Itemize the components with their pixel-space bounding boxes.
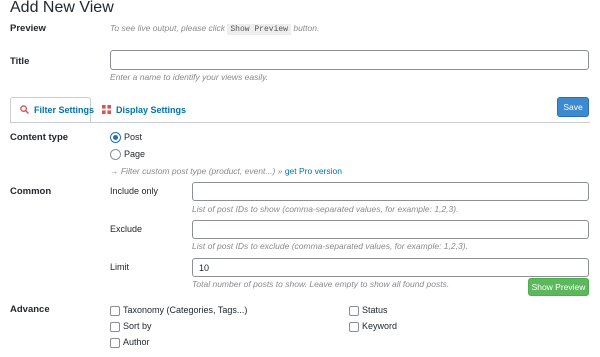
include-only-label: Include only [110, 186, 159, 196]
exclude-input[interactable] [192, 220, 589, 239]
radio-page[interactable] [110, 149, 121, 160]
radio-dot [113, 135, 118, 140]
title-label: Title [10, 56, 30, 67]
preview-hint-after: button. [293, 23, 320, 33]
checkbox-sort-by-label: Sort by [123, 321, 152, 331]
tab-display-settings-label: Display Settings [116, 105, 187, 115]
checkbox-taxonomy[interactable] [110, 306, 120, 316]
checkbox-status-label: Status [362, 305, 388, 315]
exclude-hint: List of post IDs to exclude (comma-separ… [192, 241, 468, 251]
content-type-hint: → Filter custom post type (product, even… [110, 166, 342, 176]
grid-icon [102, 104, 111, 116]
limit-input[interactable] [192, 258, 589, 277]
radio-page-label: Page [124, 149, 146, 159]
radio-post-label: Post [124, 132, 143, 142]
get-pro-link[interactable]: get Pro version [285, 166, 342, 176]
preview-label: Preview [10, 23, 46, 34]
show-preview-button[interactable]: Show Preview [528, 278, 589, 296]
preview-hint: To see live output, please click Show Pr… [110, 23, 320, 35]
checkbox-taxonomy-label: Taxonomy (Categories, Tags...) [123, 305, 248, 315]
tab-filter-settings[interactable]: Filter Settings [10, 97, 95, 123]
limit-label: Limit [110, 262, 130, 272]
limit-hint: Total number of posts to show. Leave emp… [192, 279, 450, 289]
include-only-input[interactable] [192, 182, 589, 201]
title-hint: Enter a name to identify your views easi… [110, 72, 269, 82]
content-type-label: Content type [10, 132, 69, 143]
title-input[interactable] [110, 50, 589, 70]
save-button[interactable]: Save [557, 97, 589, 117]
page-title: Add New View [10, 0, 114, 16]
advance-label: Advance [10, 304, 50, 315]
checkbox-author-label: Author [123, 337, 150, 347]
tab-filter-settings-label: Filter Settings [34, 105, 95, 115]
common-label: Common [10, 186, 52, 197]
checkbox-keyword[interactable] [349, 322, 359, 332]
search-icon [20, 104, 29, 116]
tabs-divider [10, 122, 590, 123]
exclude-label: Exclude [110, 224, 143, 234]
preview-hint-before: To see live output, please click [110, 23, 225, 33]
preview-hint-code: Show Preview [227, 24, 291, 35]
checkbox-sort-by[interactable] [110, 322, 120, 332]
content-type-hint-text: → Filter custom post type (product, even… [110, 166, 283, 176]
tab-display-settings[interactable]: Display Settings [93, 97, 195, 123]
radio-post[interactable] [110, 132, 121, 143]
checkbox-author[interactable] [110, 338, 120, 348]
checkbox-keyword-label: Keyword [362, 321, 398, 331]
checkbox-status[interactable] [349, 306, 359, 316]
include-only-hint: List of post IDs to show (comma-separate… [192, 204, 459, 214]
